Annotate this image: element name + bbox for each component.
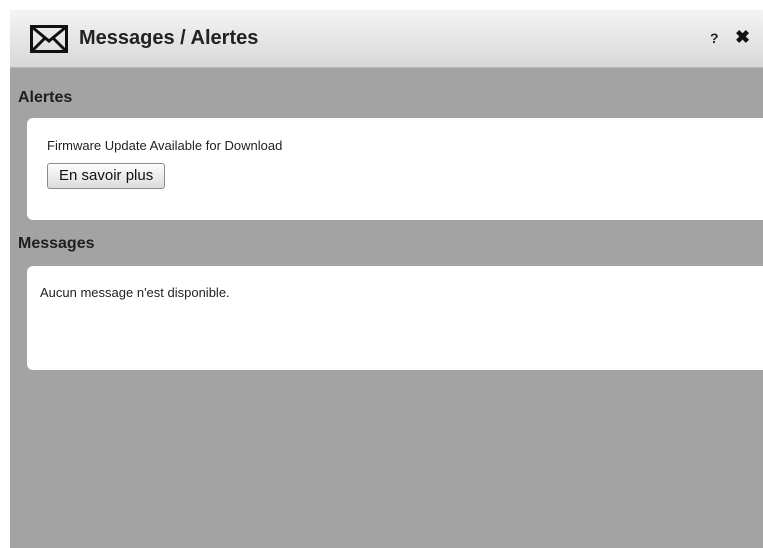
alerts-heading: Alertes: [18, 89, 73, 106]
messages-heading: Messages: [18, 235, 95, 252]
alert-message: Firmware Update Available for Download: [47, 138, 283, 153]
dialog-title: Messages / Alertes: [79, 27, 259, 49]
dialog-titlebar: Messages / Alertes ? ✖: [10, 10, 763, 68]
messages-alerts-dialog: Messages / Alertes ? ✖ Alertes Firmware …: [10, 10, 763, 548]
help-button[interactable]: ?: [710, 29, 719, 47]
learn-more-button[interactable]: En savoir plus: [47, 163, 166, 189]
no-messages-text: Aucun message n'est disponible.: [40, 285, 230, 300]
close-button[interactable]: ✖: [735, 26, 750, 48]
alerts-panel: Firmware Update Available for Download E…: [27, 118, 763, 220]
messages-panel: Aucun message n'est disponible.: [27, 266, 763, 370]
envelope-icon: [30, 25, 68, 53]
